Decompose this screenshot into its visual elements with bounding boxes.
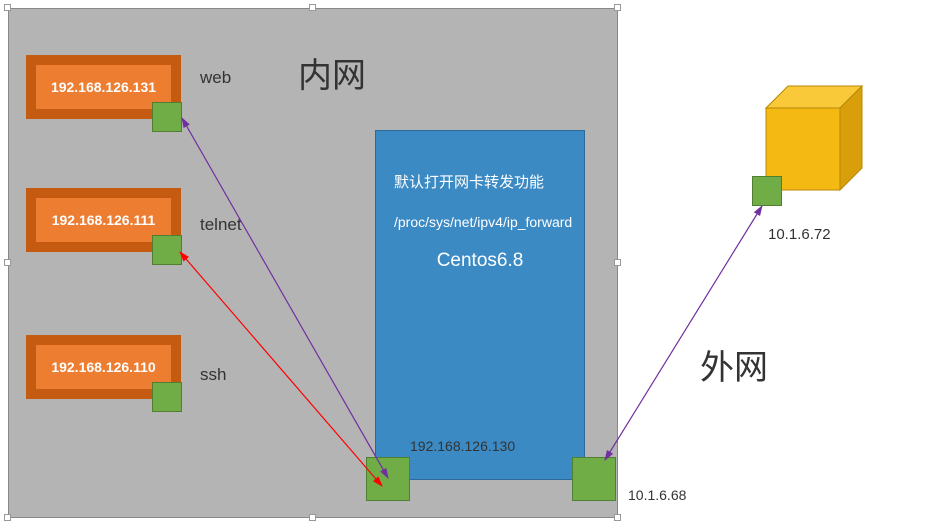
external-host-ip: 10.1.6.72 [768, 226, 831, 243]
router-external-ip: 10.1.6.68 [628, 487, 686, 503]
resize-handle[interactable] [4, 4, 11, 11]
resize-handle[interactable] [4, 514, 11, 521]
router-forward-path: /proc/sys/net/ipv4/ip_forward [394, 214, 566, 230]
nic-icon [152, 235, 182, 265]
resize-handle[interactable] [309, 4, 316, 11]
resize-handle[interactable] [4, 259, 11, 266]
nic-icon [152, 382, 182, 412]
nic-icon [366, 457, 410, 501]
server-service-label: web [200, 68, 231, 88]
server-ip: 192.168.126.110 [51, 359, 155, 375]
router-box[interactable]: 默认打开网卡转发功能 /proc/sys/net/ipv4/ip_forward… [375, 130, 585, 480]
resize-handle[interactable] [309, 514, 316, 521]
server-service-label: ssh [200, 365, 226, 385]
router-description: 默认打开网卡转发功能 [394, 171, 566, 192]
server-ip: 192.168.126.131 [51, 79, 156, 95]
resize-handle[interactable] [614, 4, 621, 11]
server-service-label: telnet [200, 215, 242, 235]
resize-handle[interactable] [614, 259, 621, 266]
nic-icon [152, 102, 182, 132]
server-ip: 192.168.126.111 [52, 212, 156, 228]
router-internal-ip: 192.168.126.130 [410, 438, 515, 454]
outer-network-title: 外网 [700, 340, 768, 389]
nic-icon [572, 457, 616, 501]
router-os: Centos6.8 [394, 250, 566, 272]
diagram-canvas: 内网 外网 192.168.126.131 web 192.168.126.11… [0, 0, 930, 528]
nic-icon [752, 176, 782, 206]
inner-network-title: 内网 [298, 48, 366, 97]
resize-handle[interactable] [614, 514, 621, 521]
